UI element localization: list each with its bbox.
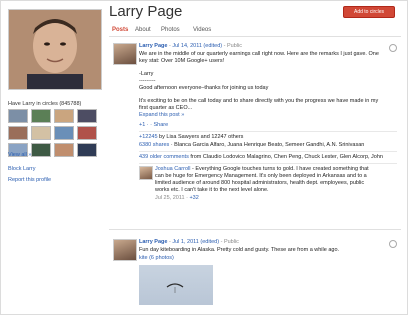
post-date[interactable]: Jul 1, 2011 (edited) <box>172 239 219 245</box>
tab-about[interactable]: About <box>135 27 151 33</box>
view-all-link[interactable]: View all » <box>8 152 31 158</box>
comment-line: limited audience of around 800 hospital … <box>155 180 365 186</box>
plus-one-count[interactable]: +12245 <box>139 134 158 140</box>
circle-member-avatar[interactable] <box>8 109 28 123</box>
commenter-name[interactable]: Joshua Carroll <box>155 166 190 172</box>
older-comments-row: 439 older comments from Claudio Lodovico… <box>139 154 383 161</box>
comment-text: - Everything Google touches turns to gol… <box>192 166 369 172</box>
post-text-line: first quarter as CEO... <box>139 105 193 111</box>
post-meta: Larry Page - Jul 1, 2011 (edited) - Publ… <box>139 239 239 245</box>
circle-thumbnails <box>8 109 100 157</box>
album-link[interactable]: kite (6 photos) <box>139 255 174 262</box>
circle-member-avatar[interactable] <box>31 143 51 157</box>
circle-member-avatar[interactable] <box>77 143 97 157</box>
comment-date: Jul 25, 2011 <box>155 195 185 201</box>
in-circles-label: Have Larry in circles (845788) <box>8 101 82 107</box>
post-text-line: -Larry <box>139 71 154 77</box>
circle-member-avatar[interactable] <box>31 109 51 123</box>
post-visibility: Public <box>227 43 242 49</box>
tab-videos[interactable]: Videos <box>193 27 211 33</box>
circle-member-avatar[interactable] <box>8 126 28 140</box>
plus-one-row: +12245 by Lisa Sawyers and 12247 others <box>139 134 243 141</box>
post-visibility: Public <box>223 239 239 245</box>
divider <box>139 151 397 152</box>
profile-photo <box>8 9 102 90</box>
plus-one-by: by Lisa Sawyers and 12247 others <box>159 134 244 140</box>
comment-line: can be huge for Emergency Management. It… <box>155 173 367 179</box>
post-meta: Larry Page - Jul 14, 2011 (edited) - Pub… <box>139 43 242 49</box>
divider <box>139 163 397 164</box>
author-avatar[interactable] <box>113 239 137 261</box>
profile-name: Larry Page <box>109 3 183 20</box>
author-avatar[interactable] <box>113 43 137 65</box>
add-to-circles-button[interactable]: Add to circles <box>343 6 395 18</box>
tab-photos[interactable]: Photos <box>161 27 180 33</box>
post-text-line: Good afternoon everyone–thanks for joini… <box>139 85 269 91</box>
shares-count[interactable]: 6380 shares <box>139 142 169 148</box>
circle-member-avatar[interactable] <box>54 126 74 140</box>
post-options-icon[interactable] <box>389 240 397 248</box>
author-name[interactable]: Larry Page <box>139 239 167 245</box>
older-comments-link[interactable]: 439 older comments <box>139 154 189 160</box>
post-text-line: Fun day kiteboarding in Alaska. Pretty c… <box>139 247 340 253</box>
author-name[interactable]: Larry Page <box>139 43 167 49</box>
post-text-line: key stat: Over 10M Google+ users! <box>139 58 225 64</box>
shared-photo[interactable] <box>139 265 213 305</box>
comment-line: Joshua Carroll - Everything Google touch… <box>155 166 369 173</box>
tab-posts[interactable]: Posts <box>112 27 128 33</box>
post-options-icon[interactable] <box>389 44 397 52</box>
post-text-line: We are in the middle of our quarterly ea… <box>139 51 379 57</box>
circle-member-avatar[interactable] <box>31 126 51 140</box>
profile-tabs: Posts About Photos Videos <box>109 25 401 37</box>
shares-row: 6380 shares · Blanca Garcia Alfaro, Juan… <box>139 142 364 149</box>
post: Larry Page - Jul 1, 2011 (edited) - Publ… <box>109 237 401 314</box>
commenters: from Claudio Lodovico Malagrino, Chen Pe… <box>190 154 383 160</box>
post-text-line: --------- <box>139 78 156 84</box>
post: Larry Page - Jul 14, 2011 (edited) - Pub… <box>109 41 401 231</box>
block-link[interactable]: Block Larry <box>8 166 36 172</box>
circle-member-avatar[interactable] <box>77 126 97 140</box>
comment-plus[interactable]: +32 <box>189 195 198 201</box>
commenter-avatar[interactable] <box>139 166 153 180</box>
circle-member-avatar[interactable] <box>54 109 74 123</box>
comment-meta: Jul 25, 2011 · +32 <box>155 195 199 201</box>
expand-post-link[interactable]: Expand this post » <box>139 112 184 119</box>
post-date[interactable]: Jul 14, 2011 (edited) <box>172 43 222 49</box>
post-text-line: It's exciting to be on the call today an… <box>139 98 379 104</box>
post-separator <box>109 229 401 230</box>
circle-member-avatar[interactable] <box>54 143 74 157</box>
divider <box>139 131 397 132</box>
comment-line: works etc. I can't take it to the next l… <box>155 187 269 193</box>
circle-member-avatar[interactable] <box>77 109 97 123</box>
profile-page: Have Larry in circles (845788) View all … <box>0 0 408 315</box>
post-actions[interactable]: +1 · · Share <box>139 122 168 129</box>
report-profile-link[interactable]: Report this profile <box>8 177 51 183</box>
sharers: · Blanca Garcia Alfaro, Juana Henrique B… <box>170 142 365 148</box>
